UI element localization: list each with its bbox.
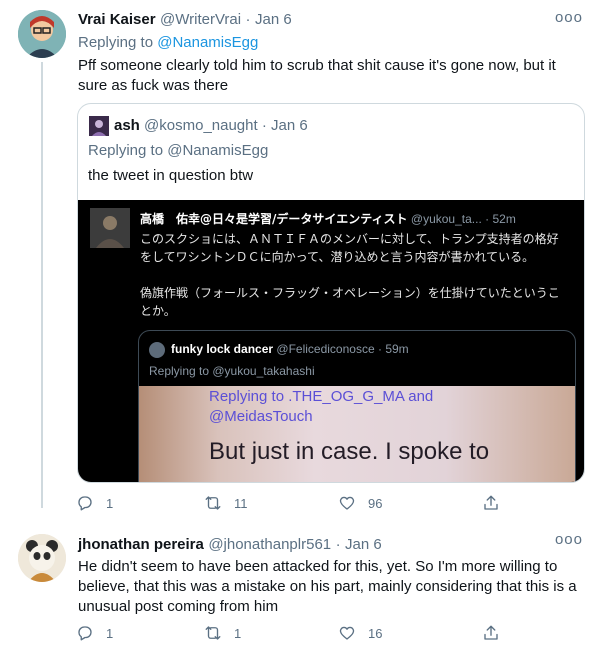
inner-quote-header: funky lock dancer @Felicediconosce · 59m	[171, 342, 409, 356]
replying-to: Replying to @NanamisEgg	[78, 34, 258, 51]
like-count: 96	[368, 495, 383, 511]
replying-prefix: Replying to	[78, 34, 154, 51]
screenshot-image[interactable]: 高橋 佑幸@日々是学習/データサイエンティスト @yukou_ta... · 5…	[78, 200, 584, 482]
like-count: 16	[368, 625, 383, 641]
quote-author-name: ash	[114, 117, 140, 134]
screenshot-text: このスクショには、ＡＮＴＩＦＡのメンバーに対して、トランプ支持者の格好をしてワシ…	[140, 230, 570, 338]
retweet-icon	[205, 626, 221, 640]
quote-avatar	[89, 116, 109, 136]
author-handle[interactable]: @WriterVrai	[160, 11, 241, 28]
share-button[interactable]	[482, 494, 500, 512]
retweet-button[interactable]: 1	[204, 624, 241, 642]
quote-text: the tweet in question btw	[88, 167, 254, 184]
quote-author-handle: @kosmo_naught	[144, 117, 258, 134]
screenshot-inner-quote: funky lock dancer @Felicediconosce · 59m…	[138, 330, 576, 482]
screenshot-paragraph: 偽旗作戦（フォールス・フラッグ・オペレーション）を仕掛けていたということか。	[140, 286, 560, 318]
screenshot-author-name: 高橋 佑幸@日々是学習/データサイエンティスト	[140, 212, 408, 226]
tweet-actions: 1 1 16	[62, 624, 522, 646]
tweet-date[interactable]: Jan 6	[255, 11, 292, 28]
heart-icon	[339, 626, 355, 640]
photo-text: Replying to .THE_OG_G_MA and	[209, 388, 434, 405]
screenshot-header: 高橋 佑幸@日々是学習/データサイエンティスト @yukou_ta... · 5…	[140, 210, 580, 227]
tweet-text: He didn't seem to have been attacked for…	[78, 558, 577, 615]
inner-quote-avatar	[149, 342, 165, 358]
screenshot-avatar	[90, 208, 130, 248]
more-options-icon[interactable]: ooo	[555, 9, 583, 26]
inner-photo: Replying to .THE_OG_G_MA and @MeidasTouc…	[139, 386, 575, 482]
reply-count: 1	[106, 495, 114, 511]
author-handle[interactable]: @jhonathanplr561	[208, 536, 331, 553]
author-name[interactable]: jhonathan pereira	[78, 536, 204, 553]
screenshot-paragraph: このスクショには、ＡＮＴＩＦＡのメンバーに対して、トランプ支持者の格好をしてワシ…	[140, 232, 559, 264]
screenshot-date: 52m	[492, 212, 516, 226]
like-button[interactable]: 96	[338, 494, 382, 512]
tweet-actions: 1 11 96	[62, 494, 522, 516]
retweet-count: 1	[234, 625, 242, 641]
retweet-button[interactable]: 11	[204, 494, 248, 512]
quote-replying-handle: @NanamisEgg	[167, 142, 269, 159]
inner-quote-date: 59m	[385, 342, 409, 356]
share-button[interactable]	[482, 624, 500, 642]
retweet-count: 11	[234, 495, 248, 511]
share-icon	[484, 495, 498, 510]
separator-dot: ·	[335, 536, 341, 553]
inner-quote-author-name: funky lock dancer	[171, 342, 274, 356]
tweet-header: Vrai Kaiser @WriterVrai · Jan 6	[78, 11, 292, 29]
avatar[interactable]	[18, 534, 66, 582]
retweet-icon	[205, 496, 221, 510]
replying-prefix: Replying to	[88, 142, 164, 159]
thread-line	[41, 62, 43, 508]
like-button[interactable]: 16	[338, 624, 382, 642]
tweet-header: jhonathan pereira @jhonathanplr561 · Jan…	[78, 536, 382, 554]
photo-text: But just in case. I spoke to	[209, 438, 490, 465]
quoted-tweet[interactable]: ash @kosmo_naught · Jan 6 Replying to @N…	[77, 103, 585, 483]
replying-to-link[interactable]: @NanamisEgg	[157, 34, 258, 51]
reply-icon	[78, 496, 92, 511]
share-icon	[484, 625, 498, 640]
tweet-date[interactable]: Jan 6	[345, 536, 382, 553]
more-options-icon[interactable]: ooo	[555, 531, 583, 548]
screenshot-author-handle: @yukou_ta...	[410, 212, 482, 226]
photo-text: @MeidasTouch	[209, 408, 313, 425]
author-name[interactable]: Vrai Kaiser	[78, 11, 156, 28]
tweet-text: Pff someone clearly told him to scrub th…	[78, 57, 556, 94]
avatar[interactable]	[18, 10, 66, 58]
quote-replying-to: Replying to @NanamisEgg	[88, 142, 268, 159]
quote-header: ash @kosmo_naught · Jan 6	[114, 117, 308, 134]
heart-icon	[339, 496, 355, 510]
inner-quote-replying: Replying to @yukou_takahashi	[149, 364, 315, 378]
reply-count: 1	[106, 625, 114, 641]
reply-icon	[78, 626, 92, 641]
reply-button[interactable]: 1	[76, 494, 113, 512]
separator-dot: ·	[261, 117, 267, 134]
inner-quote-handle: @Felicediconosce	[276, 342, 375, 356]
quote-date: Jan 6	[271, 117, 308, 134]
separator-dot: ·	[377, 342, 382, 356]
separator-dot: ·	[485, 212, 490, 226]
separator-dot: ·	[245, 11, 251, 28]
reply-button[interactable]: 1	[76, 624, 113, 642]
